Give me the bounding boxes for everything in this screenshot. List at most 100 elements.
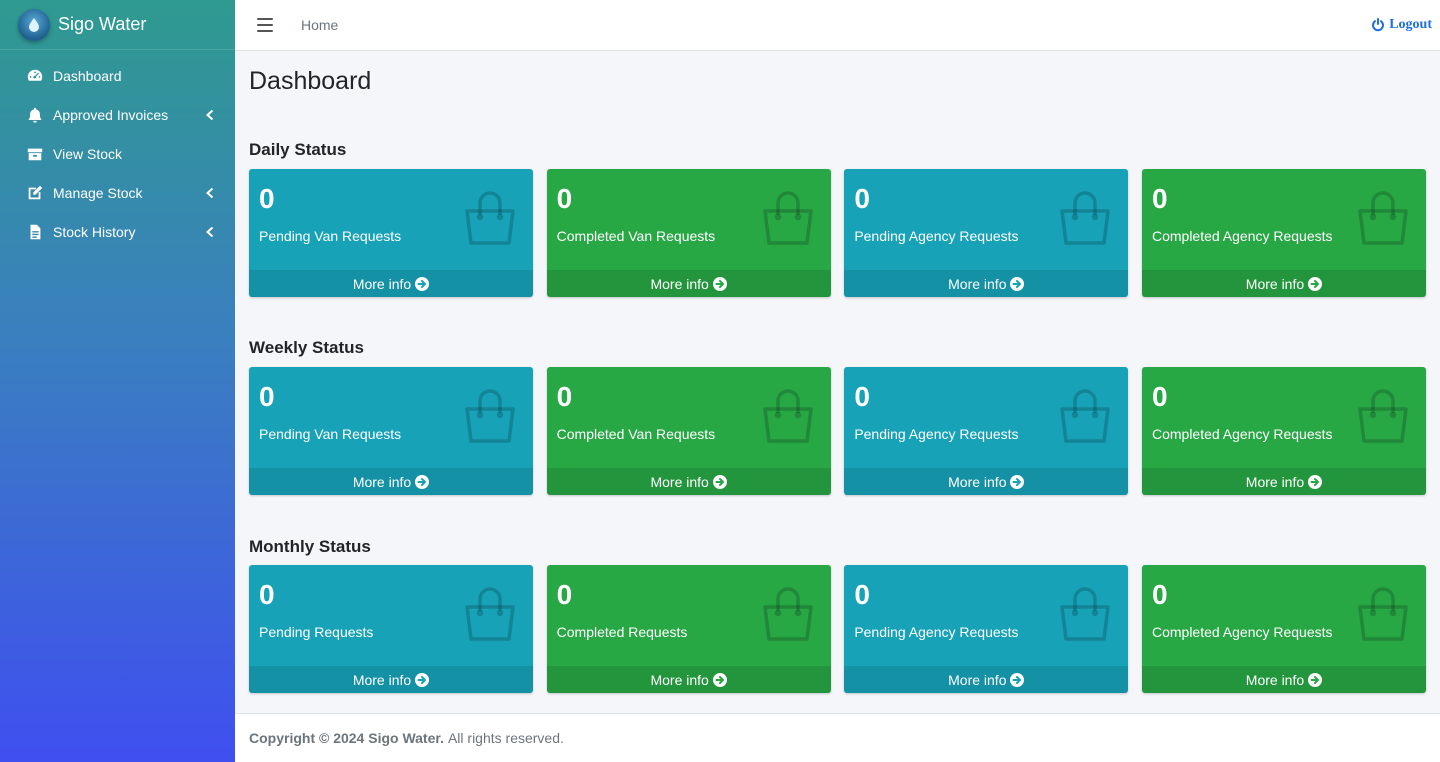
shopping-bag-icon — [1354, 189, 1412, 247]
stat-card-body: 0 Pending Requests — [249, 565, 533, 666]
home-link[interactable]: Home — [301, 17, 338, 33]
shopping-bag-icon — [759, 189, 817, 247]
stat-card-body: 0 Completed Agency Requests — [1142, 565, 1426, 666]
shopping-bag-icon — [461, 585, 519, 643]
shopping-bag-icon — [759, 387, 817, 445]
water-drop-icon — [18, 8, 50, 41]
shopping-bag-icon — [461, 387, 519, 445]
arrow-circle-right-icon — [1304, 474, 1323, 489]
shopping-bag-icon — [1354, 585, 1412, 643]
box-icon — [25, 145, 45, 163]
stat-card: 0 Completed Agency Requests More info — [1141, 565, 1426, 693]
shopping-bag-icon — [1056, 189, 1114, 247]
more-info-link[interactable]: More info — [249, 666, 533, 693]
more-info-label: More info — [352, 473, 412, 490]
brand-name: Sigo Water — [58, 14, 147, 34]
stat-card: 0 Pending Agency Requests More info — [844, 367, 1129, 495]
shopping-bag-icon — [1056, 585, 1114, 643]
shopping-bag-icon — [759, 585, 817, 643]
section-title: Daily Status — [249, 140, 347, 159]
menu-toggle-icon[interactable] — [257, 18, 273, 32]
stat-card-body: 0 Pending Agency Requests — [844, 169, 1128, 270]
more-info-label: More info — [1245, 473, 1305, 490]
shopping-bag-icon — [1354, 387, 1412, 445]
more-info-link[interactable]: More info — [844, 468, 1129, 495]
copyright-text: Copyright © 2024 Sigo Water. — [249, 730, 444, 746]
sidebar-item-view-stock[interactable]: View Stock — [0, 134, 235, 173]
stat-card-body: 0 Pending Van Requests — [249, 367, 533, 468]
more-info-label: More info — [948, 671, 1007, 688]
status-row: 0 Pending Van Requests More info 0 Completed… — [249, 169, 1426, 297]
main-content: Dashboard Daily Status 0 Pending Van Reque… — [235, 51, 1440, 713]
stat-card-body: 0 Completed Requests — [547, 565, 831, 666]
logout-button[interactable]: Logout — [1371, 17, 1432, 33]
more-info-label: More info — [948, 473, 1007, 490]
more-info-label: More info — [1245, 671, 1305, 688]
arrow-circle-right-icon — [1006, 474, 1025, 489]
arrow-circle-right-icon — [709, 474, 727, 489]
more-info-link[interactable]: More info — [546, 666, 831, 693]
arrow-circle-right-icon — [709, 276, 727, 291]
arrow-circle-right-icon — [1304, 672, 1323, 687]
power-icon — [1372, 18, 1385, 32]
stat-card: 0 Pending Requests More info — [249, 565, 533, 693]
more-info-label: More info — [650, 671, 709, 688]
section-title: Weekly Status — [249, 338, 364, 357]
arrow-circle-right-icon — [411, 276, 430, 291]
status-row: 0 Pending Van Requests More info 0 Completed… — [249, 367, 1426, 495]
stat-card-body: 0 Completed Agency Requests — [1142, 169, 1426, 270]
logout-label: Logout — [1389, 17, 1432, 32]
stat-card: 0 Pending Agency Requests More info — [844, 169, 1129, 297]
more-info-link[interactable]: More info — [546, 468, 831, 495]
sidebar-item-stock-history[interactable]: Stock History — [0, 212, 235, 251]
stat-card: 0 Completed Requests More info — [546, 565, 831, 693]
sidebar-nav: Dashboard Approved Invoices View Stock M… — [0, 50, 235, 251]
bell-icon — [25, 106, 45, 124]
more-info-label: More info — [650, 275, 709, 292]
sidebar-item-label: Approved Invoices — [53, 106, 169, 123]
stat-card-body: 0 Pending Agency Requests — [844, 565, 1128, 666]
stat-card-body: 0 Completed Van Requests — [547, 367, 831, 468]
more-info-link[interactable]: More info — [844, 270, 1129, 297]
more-info-link[interactable]: More info — [1141, 468, 1426, 495]
arrow-circle-right-icon — [411, 672, 430, 687]
shopping-bag-icon — [461, 189, 519, 247]
more-info-link[interactable]: More info — [249, 270, 533, 297]
stat-card: 0 Completed Agency Requests More info — [1141, 169, 1426, 297]
sidebar-item-label: Stock History — [53, 223, 136, 240]
stat-card: 0 Pending Van Requests More info — [249, 169, 533, 297]
arrow-circle-right-icon — [1304, 276, 1323, 291]
sidebar-item-approved-invoices[interactable]: Approved Invoices — [0, 95, 235, 134]
more-info-label: More info — [1245, 275, 1305, 292]
sidebar-item-dashboard[interactable]: Dashboard — [0, 56, 235, 95]
arrow-circle-right-icon — [1006, 276, 1025, 291]
top-navbar: Home Logout — [235, 0, 1440, 51]
more-info-link[interactable]: More info — [1141, 666, 1426, 693]
more-info-label: More info — [352, 275, 412, 292]
stat-card: 0 Pending Agency Requests More info — [844, 565, 1129, 693]
page-title: Dashboard — [249, 67, 372, 95]
sidebar-item-manage-stock[interactable]: Manage Stock — [0, 173, 235, 212]
more-info-link[interactable]: More info — [546, 270, 831, 297]
more-info-link[interactable]: More info — [844, 666, 1129, 693]
edit-icon — [25, 184, 45, 202]
more-info-link[interactable]: More info — [249, 468, 533, 495]
stat-card-body: 0 Pending Agency Requests — [844, 367, 1128, 468]
more-info-label: More info — [352, 671, 412, 688]
more-info-link[interactable]: More info — [1141, 270, 1426, 297]
stat-card: 0 Completed Van Requests More info — [546, 169, 831, 297]
more-info-label: More info — [948, 275, 1007, 292]
stat-card-body: 0 Completed Van Requests — [547, 169, 831, 270]
tachometer-icon — [25, 67, 45, 85]
stat-card-body: 0 Pending Van Requests — [249, 169, 533, 270]
section-title: Monthly Status — [249, 537, 371, 556]
arrow-circle-right-icon — [411, 474, 430, 489]
arrow-circle-right-icon — [709, 672, 727, 687]
brand-link[interactable]: Sigo Water — [0, 0, 235, 50]
stat-card: 0 Completed Agency Requests More info — [1141, 367, 1426, 495]
chevron-left-icon — [205, 109, 215, 120]
sidebar: Sigo Water Dashboard Approved Invoices V… — [0, 0, 235, 762]
sidebar-item-label: Dashboard — [53, 67, 122, 84]
chevron-left-icon — [205, 187, 215, 198]
page-footer: Copyright © 2024 Sigo Water. All rights … — [235, 713, 1440, 762]
